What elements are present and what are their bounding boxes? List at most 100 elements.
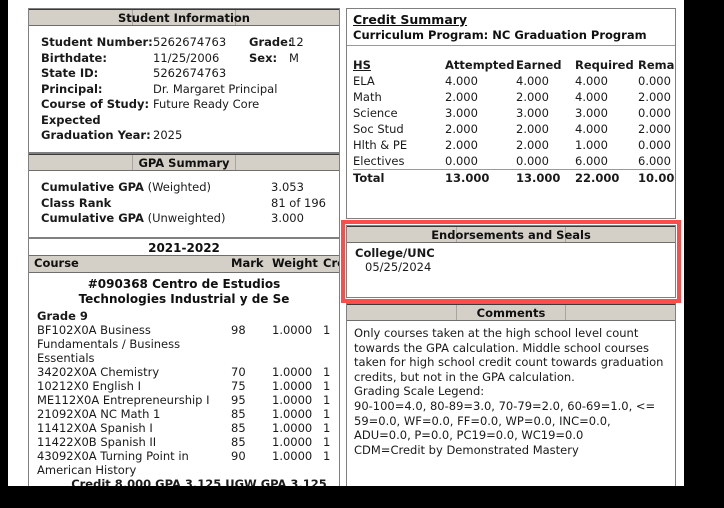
header-divider-2 (565, 305, 567, 320)
endorsements-header: Endorsements and Seals (347, 226, 675, 243)
course-name: 34202X0A Chemistry (37, 365, 160, 379)
gpa-row: Cumulative GPA (Unweighted) 3.000 (41, 211, 339, 227)
course-weight: 1.0000 (272, 435, 313, 449)
column-header-remaining: Remaining (638, 58, 675, 72)
table-row: ME112X0A Entrepreneurship I 95 1.0000 1 (29, 393, 339, 407)
student-information-body: Student Number: 5262674763 Grade: 12 Bir… (29, 26, 339, 144)
course-name: BF102X0A Business Fundamentals / Busines… (37, 323, 181, 365)
gpa-row-name-bold: Cumulative GPA (41, 211, 144, 225)
credit-total-separator: Total 13.000 13.000 22.000 10.000 (353, 169, 675, 186)
school-name-line1: #090368 Centro de Estudios (87, 277, 281, 291)
expected-label: Expected (41, 112, 101, 127)
course-mark: 85 (231, 407, 246, 421)
course-list-panel: 2021-2022 Course Mark Weight Credit #090… (28, 238, 340, 486)
credit-attempted: 0.000 (445, 154, 478, 168)
course-mark: 90 (231, 449, 246, 463)
gpa-row-qualifier: (Unweighted) (143, 211, 226, 225)
endorsement-date: 05/25/2024 (365, 260, 432, 274)
table-row: ELA 4.000 4.000 4.000 0.000 (353, 73, 675, 89)
table-row: 43092X0A Turning Point in American Histo… (29, 449, 339, 477)
credit-attempted: 2.000 (445, 122, 478, 136)
column-header-required: Required (575, 58, 634, 72)
graduation-year-value: 2025 (153, 128, 183, 142)
column-header-weight: Weight (272, 256, 318, 270)
course-name: 11422X0B Spanish II (37, 435, 157, 449)
course-of-study-row: Course of Study: Future Ready Core (41, 97, 339, 113)
credit-required: 1.000 (575, 138, 608, 152)
device-frame: Student Information Student Number: 5262… (0, 0, 724, 508)
course-weight: 1.0000 (272, 323, 313, 337)
course-credit: 1 (323, 379, 331, 393)
course-mark: 70 (231, 365, 246, 379)
credit-area-name: Soc Stud (353, 122, 404, 136)
course-credit: 1 (323, 393, 331, 407)
credit-earned: 3.000 (516, 106, 549, 120)
gpa-summary-body: Cumulative GPA (Weighted) 3.053 Class Ra… (29, 171, 339, 227)
course-year-label: 2021-2022 (29, 239, 339, 255)
column-header-mark: Mark (231, 256, 264, 270)
comment-paragraph: Grading Scale Legend: (354, 384, 485, 399)
column-header-attempted: Attempted (445, 58, 515, 72)
course-mark: 75 (231, 379, 246, 393)
principal-row: Principal: Dr. Margaret Principal (41, 82, 339, 98)
gpa-row-name: Cumulative GPA (Weighted) (41, 180, 271, 196)
graduation-year-label: Graduation Year: (41, 128, 151, 142)
gpa-row: Class Rank 81 of 196 (41, 196, 339, 212)
credit-remaining: 0.000 (638, 138, 671, 152)
credit-attempted: 4.000 (445, 74, 478, 88)
course-credit: 1 (323, 365, 331, 379)
credit-required: 6.000 (575, 154, 608, 168)
student-number-label: Student Number: (41, 35, 153, 49)
credit-area-name: ELA (353, 74, 375, 88)
course-weight: 1.0000 (272, 449, 313, 463)
credit-summary-panel: Credit Summary Curriculum Program: NC Gr… (346, 8, 676, 219)
credit-table-header: HS Attempted Earned Required Remaining (353, 57, 675, 73)
sex-label: Sex: (249, 50, 278, 65)
credit-total-label: Total (353, 171, 385, 185)
course-mark: 95 (231, 393, 246, 407)
credit-area-name: Math (353, 90, 382, 104)
gpa-row-name: Class Rank (41, 196, 271, 212)
birthdate-value: 11/25/2006 (153, 50, 220, 65)
header-divider-1 (132, 155, 134, 170)
header-divider-2 (235, 155, 237, 170)
gpa-summary-panel: GPA Summary Cumulative GPA (Weighted) 3.… (28, 153, 340, 238)
course-name: ME112X0A Entrepreneurship I (37, 393, 210, 407)
credit-attempted: 2.000 (445, 90, 478, 104)
credit-total-remaining: 10.000 (638, 171, 675, 185)
column-header-credit: Credit (323, 256, 339, 270)
course-totals-line: Credit 8.000 GPA 3.125 UGW GPA 3.125 (71, 477, 327, 486)
report-page: Student Information Student Number: 5262… (8, 0, 684, 486)
comments-title: Comments (476, 306, 546, 320)
table-row: Hlth & PE 2.000 2.000 1.000 0.000 (353, 137, 675, 153)
gpa-row-name-bold: Class Rank (41, 195, 112, 210)
gpa-row-value: 3.000 (271, 211, 304, 225)
course-name: 43092X0A Turning Point in American Histo… (37, 449, 189, 477)
school-name-line2: Technologies Industrial y de Se (78, 291, 290, 306)
course-mark: 85 (231, 421, 246, 435)
credit-area-name: Hlth & PE (353, 138, 408, 152)
gpa-row-value: 3.053 (271, 180, 304, 194)
course-credit: 1 (323, 323, 331, 337)
graduation-year-row: Graduation Year: 2025 (41, 128, 339, 144)
table-row: BF102X0A Business Fundamentals / Busines… (29, 323, 339, 365)
credit-area-name: Electives (353, 154, 405, 168)
table-row: 11412X0A Spanish I 85 1.0000 1 (29, 421, 339, 435)
credit-summary-table: HS Attempted Earned Required Remaining E… (347, 46, 675, 186)
credit-total-required: 22.000 (575, 171, 620, 185)
comment-paragraph: 90-100=4.0, 80-89=3.0, 70-79=2.0, 60-69=… (354, 398, 656, 443)
credit-earned: 2.000 (516, 122, 549, 136)
course-weight: 1.0000 (272, 421, 313, 435)
credit-required: 4.000 (575, 74, 608, 88)
birthdate-label: Birthdate: (41, 50, 107, 65)
comments-header: Comments (347, 304, 675, 321)
credit-earned: 4.000 (516, 74, 549, 88)
principal-value: Dr. Margaret Principal (153, 81, 278, 96)
grade-value: 12 (289, 35, 304, 49)
credit-required: 4.000 (575, 90, 608, 104)
credit-remaining: 0.000 (638, 74, 671, 88)
credit-total-attempted: 13.000 (445, 171, 490, 185)
state-id-label: State ID: (41, 66, 99, 80)
course-mark: 85 (231, 435, 246, 449)
gpa-summary-title: GPA Summary (138, 156, 230, 170)
